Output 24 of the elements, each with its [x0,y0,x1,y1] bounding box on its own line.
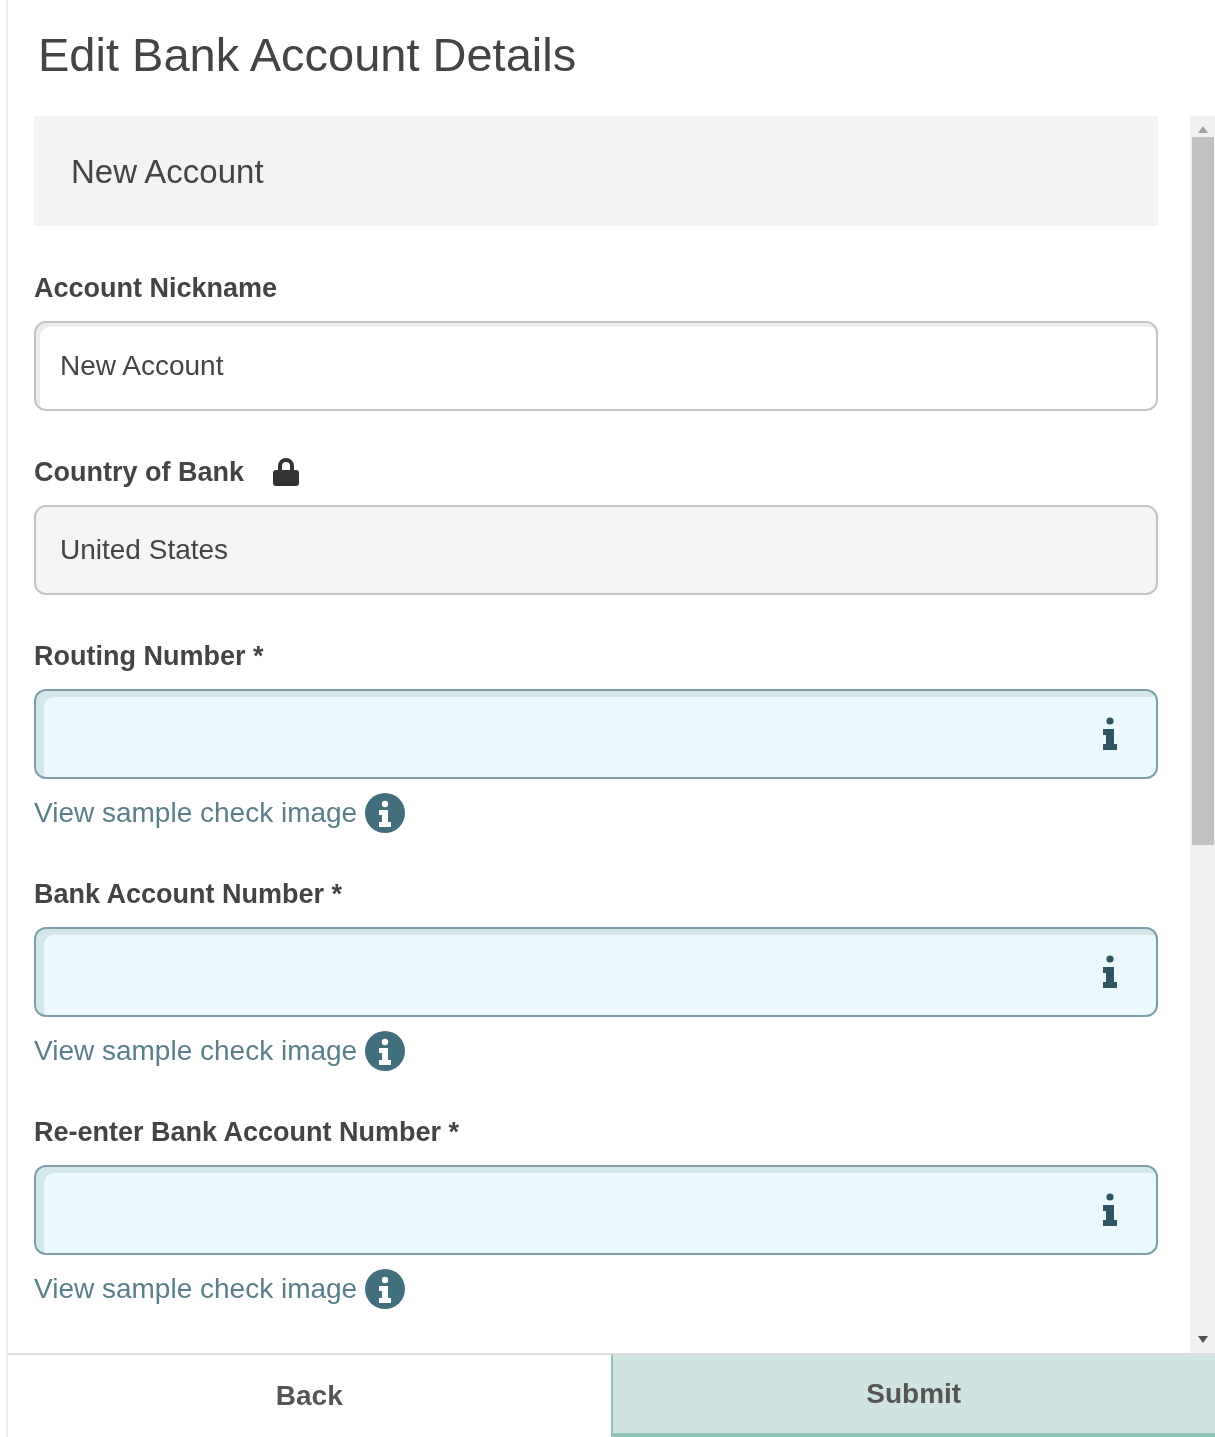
lock-icon [272,457,300,487]
field-label: Re-enter Bank Account Number * [34,1116,460,1148]
field-label: Routing Number * [34,640,264,672]
scrollbar[interactable] [1190,116,1215,1353]
text-field[interactable] [34,1165,1158,1255]
info-icon[interactable] [1100,717,1120,751]
info-icon[interactable] [365,793,406,833]
info-icon[interactable] [365,1031,406,1071]
scroll-down-arrow-icon[interactable] [1197,1336,1208,1343]
text-field[interactable] [34,927,1158,1017]
text-field[interactable] [34,689,1158,779]
sample-check-link[interactable]: View sample check image [34,1273,358,1305]
info-icon[interactable] [365,1269,406,1309]
field-label: Bank Account Number * [34,878,343,910]
field-label: Country of Bank [34,456,244,488]
text-field[interactable]: New Account [34,321,1158,411]
info-icon[interactable] [1100,1193,1120,1227]
sample-check-link[interactable]: View sample check image [34,797,358,829]
sample-check-link[interactable]: View sample check image [34,1035,358,1067]
dialog-title: Edit Bank Account Details [37,27,578,83]
info-icon[interactable] [1100,955,1120,989]
section-header: New Account [34,116,1158,226]
field-label: Account Nickname [34,272,278,304]
submit-button[interactable]: Submit [610,1355,1215,1437]
